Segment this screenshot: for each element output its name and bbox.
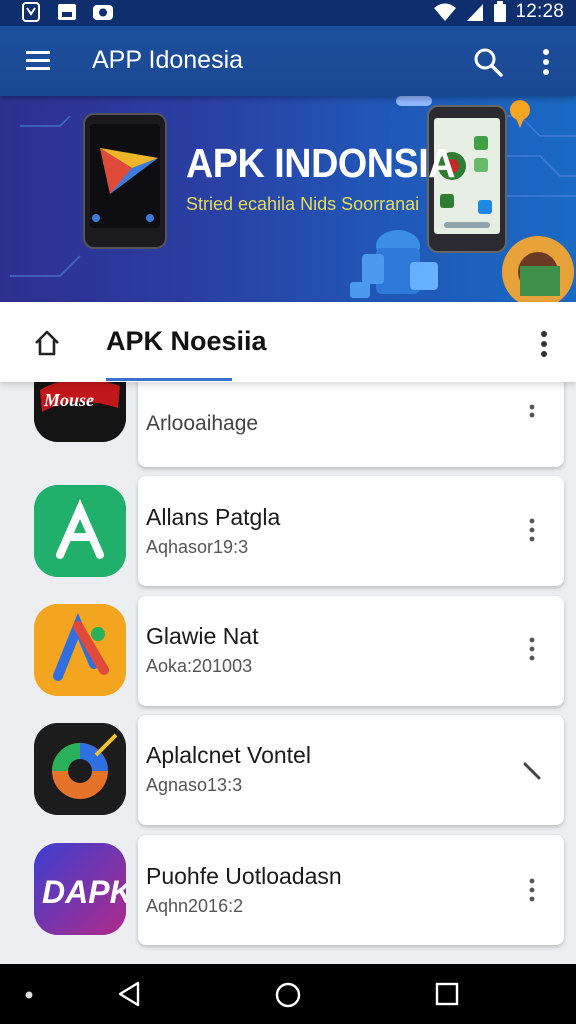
app-subtitle: Agnaso13:3 <box>146 775 243 795</box>
system-nav-bar <box>0 964 576 1024</box>
camera-icon <box>93 5 113 20</box>
red-logo-app-icon: Mouse <box>34 382 126 442</box>
menu-icon[interactable] <box>24 48 54 74</box>
list-item[interactable] <box>138 715 564 825</box>
app-title: APP Idonesia <box>92 46 244 74</box>
banner-subtitle: Stried ecahila Nids Soorranai <box>186 194 420 214</box>
app-subtitle: Aqhn2016:2 <box>146 896 244 916</box>
promo-banner[interactable]: APK INDONSIA Stried ecahila Nids Soorran… <box>0 96 576 302</box>
status-time: 12:28 <box>515 1 564 22</box>
dapk-app-icon: DAPK <box>34 843 126 935</box>
list-item[interactable] <box>138 476 564 586</box>
image-icon <box>58 4 76 20</box>
orange-a-app-icon <box>34 604 126 696</box>
app-name: Allans Patgla <box>146 504 281 530</box>
row-more-icon[interactable] <box>520 516 544 546</box>
list-item[interactable] <box>138 596 564 706</box>
tab-apk[interactable]: APK Noesiia <box>106 326 267 357</box>
status-bar: 12:28 <box>0 0 576 26</box>
app-subtitle: Aoka:201003 <box>146 656 253 676</box>
back-icon[interactable] <box>116 980 144 1008</box>
home-icon[interactable] <box>32 328 62 358</box>
battery-icon <box>494 1 507 22</box>
more-vert-icon[interactable] <box>532 44 560 80</box>
green-a-app-icon <box>34 485 126 577</box>
app-subtitle: Arlooaihage <box>146 412 259 435</box>
app-name: Aplalcnet Vontel <box>146 742 311 768</box>
banner-title: APK INDONSIA <box>186 140 456 186</box>
tab-more-icon[interactable] <box>530 326 558 362</box>
app-name: Glawie Nat <box>146 623 259 649</box>
row-more-icon[interactable] <box>520 876 544 906</box>
app-name: Puohfe Uotloadasn <box>146 863 342 889</box>
wifi-icon <box>434 3 457 21</box>
home-circle-icon[interactable] <box>274 981 302 1009</box>
tab-bar: APK Noesiia <box>0 302 576 382</box>
svg-text:Mouse: Mouse <box>43 390 94 410</box>
search-icon[interactable] <box>470 44 506 80</box>
row-edit-icon[interactable] <box>520 756 544 786</box>
target-app-icon <box>34 723 126 815</box>
list-item[interactable] <box>138 835 564 945</box>
row-more-icon[interactable] <box>520 635 544 665</box>
app-list: Mouse Arlooaihage Allans Patgla Aqhasor1… <box>0 382 576 964</box>
svg-text:DAPK: DAPK <box>42 874 126 910</box>
dot-icon <box>25 991 33 999</box>
notification-icon <box>22 2 40 22</box>
app-subtitle: Aqhasor19:3 <box>146 537 249 557</box>
recents-icon[interactable] <box>434 981 460 1007</box>
signal-icon <box>467 4 484 21</box>
tab-indicator <box>106 378 232 381</box>
app-bar: APP Idonesia <box>0 26 576 96</box>
row-more-icon[interactable] <box>520 402 544 432</box>
